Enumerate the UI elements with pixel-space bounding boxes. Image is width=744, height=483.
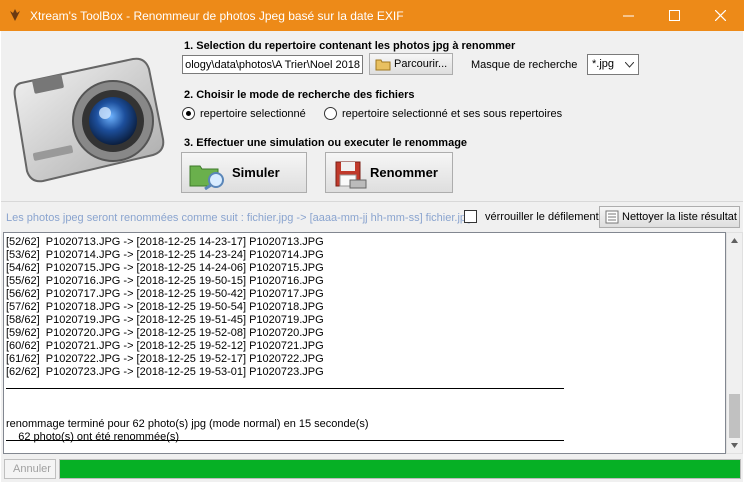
maximize-button[interactable] — [652, 0, 698, 31]
step2-heading: 2. Choisir le mode de recherche des fich… — [184, 89, 415, 101]
log-line: [59/62] P1020720.JPG -> [2018-12-25 19-5… — [6, 327, 324, 339]
directory-path-field[interactable] — [182, 55, 363, 74]
minimize-icon — [623, 15, 634, 17]
log-line: [52/62] P1020713.JPG -> [2018-12-25 14-2… — [6, 236, 324, 248]
save-disk-icon — [335, 161, 367, 189]
scrollbar-thumb[interactable] — [729, 394, 740, 438]
cancel-button[interactable]: Annuler — [4, 459, 56, 479]
simulate-button[interactable]: Simuler — [181, 152, 307, 193]
scroll-down-icon — [731, 443, 738, 448]
scroll-up-icon — [731, 238, 738, 243]
cancel-label: Annuler — [13, 463, 51, 475]
close-icon — [715, 10, 726, 21]
log-line: [58/62] P1020719.JPG -> [2018-12-25 19-5… — [6, 314, 324, 326]
options-bar: Les photos jpeg seront renommées comme s… — [1, 201, 743, 230]
minimize-button[interactable] — [606, 0, 652, 31]
simulate-label: Simuler — [232, 165, 280, 180]
progress-bar — [59, 459, 741, 479]
rename-button[interactable]: Renommer — [325, 152, 453, 193]
search-mask-select[interactable]: *.jpg — [587, 54, 639, 75]
rename-label: Renommer — [370, 165, 438, 180]
clear-results-label: Nettoyer la liste résultat — [622, 211, 737, 223]
rename-format-hint: Les photos jpeg seront renommées comme s… — [6, 212, 473, 224]
log-line: [62/62] P1020723.JPG -> [2018-12-25 19-5… — [6, 366, 324, 378]
option-selected-directory-label: repertoire selectionné — [200, 108, 306, 120]
folder-search-icon — [189, 165, 224, 190]
option-include-subdirectories-label: repertoire selectionné et ses sous reper… — [342, 108, 563, 120]
search-mask-value: *.jpg — [592, 58, 615, 70]
log-line: [57/62] P1020718.JPG -> [2018-12-25 19-5… — [6, 301, 324, 313]
browse-label: Parcourir... — [394, 58, 448, 70]
log-line: [55/62] P1020716.JPG -> [2018-12-25 19-5… — [6, 275, 324, 287]
radio-selected-directory[interactable] — [182, 107, 195, 120]
log-separator — [6, 388, 564, 389]
step3-heading: 3. Effectuer une simulation ou executer … — [184, 137, 468, 149]
radio-include-subdirectories[interactable] — [324, 107, 337, 120]
clear-list-icon — [605, 210, 619, 224]
log-line: [60/62] P1020721.JPG -> [2018-12-25 19-5… — [6, 340, 324, 352]
log-line: 62 photo(s) ont été renommée(s) — [6, 431, 180, 443]
browse-button[interactable]: Parcourir... — [369, 53, 453, 75]
clear-results-button[interactable]: Nettoyer la liste résultat — [599, 206, 740, 228]
log-line: [54/62] P1020715.JPG -> [2018-12-25 14-2… — [6, 262, 324, 274]
lock-scroll-checkbox[interactable] — [464, 210, 477, 223]
chevron-down-icon — [625, 62, 634, 68]
window-title: Xtream's ToolBox - Renommeur de photos J… — [30, 9, 404, 23]
lock-scroll-label: vérrouiller le défilement — [485, 211, 599, 223]
title-bar: Xtream's ToolBox - Renommeur de photos J… — [0, 0, 744, 31]
results-log-lines: [52/62] P1020713.JPG -> [2018-12-25 14-2… — [6, 236, 369, 444]
close-button[interactable] — [698, 0, 744, 31]
log-separator — [6, 440, 564, 441]
log-line: [56/62] P1020717.JPG -> [2018-12-25 19-5… — [6, 288, 324, 300]
progress-fill — [60, 460, 740, 478]
camera-icon — [13, 57, 165, 183]
step1-heading: 1. Selection du repertoire contenant les… — [184, 40, 516, 52]
app-icon — [10, 9, 20, 21]
log-line: [53/62] P1020714.JPG -> [2018-12-25 14-2… — [6, 249, 324, 261]
main-window: 1. Selection du repertoire contenant les… — [1, 31, 743, 482]
log-line: [61/62] P1020722.JPG -> [2018-12-25 19-5… — [6, 353, 324, 365]
maximize-icon — [669, 10, 680, 21]
log-scrollbar[interactable] — [726, 232, 743, 454]
results-log[interactable]: [52/62] P1020713.JPG -> [2018-12-25 14-2… — [3, 232, 726, 454]
log-line: renommage terminé pour 62 photo(s) jpg (… — [6, 418, 369, 430]
search-mask-label: Masque de recherche — [471, 59, 578, 71]
folder-icon — [375, 59, 391, 71]
